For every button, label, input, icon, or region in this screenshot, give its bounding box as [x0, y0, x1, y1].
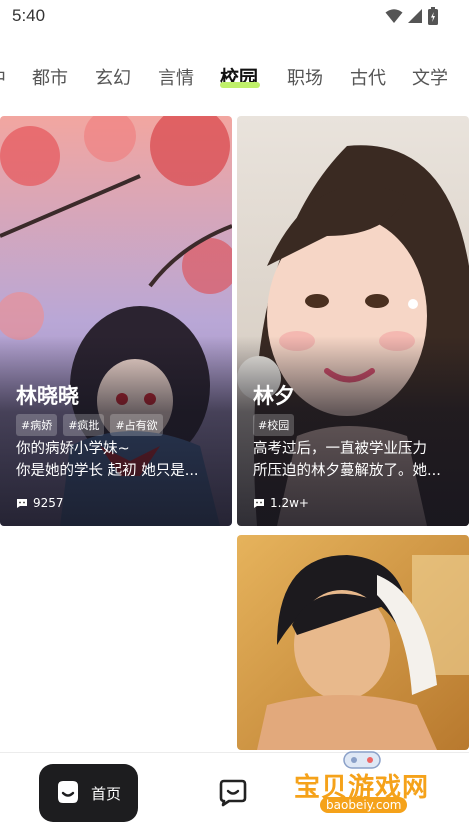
card-1-desc-line-2: 你是她的学长 起初 她只是...: [16, 463, 199, 479]
card-1-count-value: 9257: [33, 496, 64, 510]
card-1-tags: #病娇 #疯批 #占有欲: [16, 414, 163, 436]
card-2-desc-line-1: 高考过后，一直被学业压力: [253, 441, 427, 457]
status-time: 5:40: [12, 6, 46, 25]
tab-zhichang[interactable]: 职场: [287, 64, 323, 90]
card-1-name: 林晓晓: [16, 384, 79, 408]
character-card-3[interactable]: [237, 535, 469, 750]
character-card-1[interactable]: 林晓晓 #病娇 #疯批 #占有欲 你的病娇小学妹~ 你是她的学长 起初 她只是.…: [0, 116, 232, 526]
card-1-description: 你的病娇小学妹~ 你是她的学长 起初 她只是...: [16, 438, 216, 482]
nav-message-icon[interactable]: [218, 779, 248, 807]
active-tab-indicator: [220, 82, 260, 88]
card-1-chat-count: 9257: [16, 496, 64, 510]
tab-yanqing[interactable]: 言情: [158, 64, 194, 90]
tab-partial[interactable]: 中: [0, 64, 6, 90]
chat-bubble-icon: [17, 498, 27, 508]
category-tabs: 中 都市 玄幻 言情 校园 职场 古代 文学: [0, 56, 469, 96]
nav-home-label: 首页: [91, 785, 122, 803]
card-2-desc-line-2: 所压迫的林夕蔓解放了。她...: [253, 463, 441, 479]
status-bar: 5:40: [0, 0, 469, 34]
card-2-tags: #校园: [253, 414, 295, 436]
wifi-icon: [385, 9, 403, 23]
card-2-count-value: 1.2w+: [270, 496, 309, 510]
card-2-chat-count: 1.2w+: [253, 496, 309, 510]
card-3-artwork: [237, 535, 469, 750]
tag: #病娇: [16, 414, 58, 436]
tab-xuanhuan[interactable]: 玄幻: [95, 64, 131, 90]
tag: #疯批: [63, 414, 105, 436]
nav-home-button[interactable]: 首页: [39, 764, 138, 822]
tab-gudai[interactable]: 古代: [350, 64, 386, 90]
tab-dushi[interactable]: 都市: [32, 64, 68, 90]
card-2-name: 林夕: [253, 384, 295, 408]
card-2-description: 高考过后，一直被学业压力 所压迫的林夕蔓解放了。她...: [253, 438, 453, 482]
status-icons: [385, 7, 439, 25]
home-face-icon: [58, 781, 78, 803]
character-card-2[interactable]: 林夕 #校园 高考过后，一直被学业压力 所压迫的林夕蔓解放了。她... 1.2w…: [237, 116, 469, 526]
card-1-desc-line-1: 你的病娇小学妹~: [16, 441, 130, 457]
watermark-url: baobeiy.com: [320, 797, 408, 813]
battery-icon: [428, 7, 438, 25]
tag: #校园: [253, 414, 295, 436]
tab-wenxue[interactable]: 文学: [412, 64, 448, 90]
signal-icon: [408, 9, 422, 23]
tag: #占有欲: [110, 414, 163, 436]
watermark-logo: 宝贝游戏网 baobeiy.com: [290, 748, 440, 828]
chat-bubble-icon: [254, 498, 264, 508]
